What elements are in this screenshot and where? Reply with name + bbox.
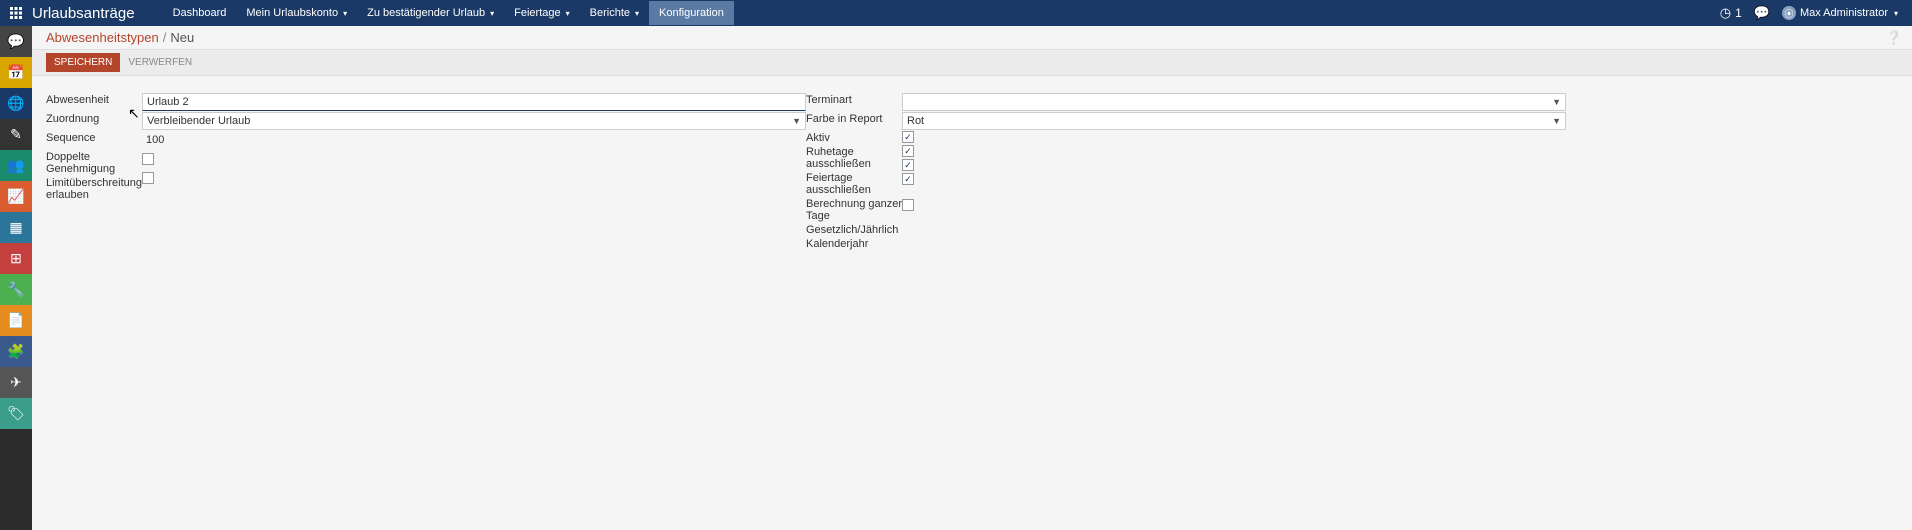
- zuordnung-value: Verbleibender Urlaub: [147, 115, 250, 127]
- menu-urlaubskonto[interactable]: Mein Urlaubskonto▾: [236, 1, 357, 25]
- chevron-down-icon: ▾: [490, 9, 494, 18]
- label-feiertage: Feiertage ausschließen: [806, 170, 902, 196]
- menu-dashboard[interactable]: Dashboard: [163, 1, 237, 25]
- feiertage-checkbox[interactable]: [902, 159, 914, 171]
- zuordnung-select[interactable]: Verbleibender Urlaub ▼: [142, 112, 806, 130]
- chevron-down-icon: ▾: [566, 9, 570, 18]
- sidebar-module-icon[interactable]: ▦: [0, 212, 32, 243]
- top-navbar: Urlaubsanträge Dashboard Mein Urlaubskon…: [0, 0, 1912, 26]
- user-menu[interactable]: ⦿ Max Administrator ▾: [1782, 6, 1898, 20]
- sidebar-wrench-icon[interactable]: 🔧: [0, 274, 32, 305]
- sidebar-discuss-icon[interactable]: 💬: [0, 26, 32, 57]
- aktiv-checkbox[interactable]: [902, 131, 914, 143]
- sidebar-edit-icon[interactable]: ✎: [0, 119, 32, 150]
- sidebar-document-icon[interactable]: 📄: [0, 305, 32, 336]
- berechnung-checkbox[interactable]: [902, 173, 914, 185]
- label-ruhetage: Ruhetage ausschließen: [806, 144, 902, 170]
- label-terminart: Terminart: [806, 92, 902, 111]
- chevron-down-icon: ▾: [635, 9, 639, 18]
- chevron-down-icon: ▼: [1552, 97, 1561, 107]
- label-kalenderjahr: Kalenderjahr: [806, 236, 902, 250]
- label-abwesenheit: Abwesenheit: [46, 92, 142, 111]
- save-button[interactable]: SPEICHERN: [46, 53, 120, 72]
- label-zuordnung: Zuordnung: [46, 111, 142, 130]
- breadcrumb-current: Neu: [170, 30, 194, 45]
- top-menu: Dashboard Mein Urlaubskonto▾ Zu bestätig…: [163, 1, 734, 25]
- sidebar-send-icon[interactable]: ✈: [0, 367, 32, 398]
- apps-icon[interactable]: [8, 5, 24, 21]
- farbe-value: Rot: [907, 115, 924, 127]
- content-area: Abwesenheitstypen / Neu ❔ SPEICHERN VERW…: [32, 26, 1912, 530]
- chat-icon[interactable]: 💬: [1754, 5, 1770, 21]
- label-gesetzlich: Gesetzlich/Jährlich: [806, 222, 902, 236]
- doppelte-checkbox[interactable]: [142, 153, 154, 165]
- user-name: Max Administrator: [1800, 7, 1888, 19]
- ruhetage-checkbox[interactable]: [902, 145, 914, 157]
- label-doppelte: Doppelte Genehmigung: [46, 149, 142, 175]
- notification-badge[interactable]: ◷ 1: [1720, 5, 1742, 21]
- menu-feiertage[interactable]: Feiertage▾: [504, 1, 580, 25]
- app-title: Urlaubsanträge: [32, 5, 135, 22]
- gesetzlich-checkbox[interactable]: [902, 199, 914, 211]
- sidebar-globe-icon[interactable]: 🌐: [0, 88, 32, 119]
- label-sequence: Sequence: [46, 130, 142, 149]
- limit-checkbox[interactable]: [142, 172, 154, 184]
- terminart-select[interactable]: ▼: [902, 93, 1566, 111]
- left-sidebar: 💬 📅 🌐 ✎ 👥 📈 ▦ ⊞ 🔧 📄 🧩 ✈ 🏷: [0, 26, 32, 530]
- breadcrumb-parent[interactable]: Abwesenheitstypen: [46, 30, 159, 45]
- label-berechnung: Berechnung ganzer Tage: [806, 196, 902, 222]
- discard-button[interactable]: VERWERFEN: [120, 53, 200, 72]
- avatar-icon: ⦿: [1782, 6, 1796, 20]
- abwesenheit-input[interactable]: [142, 93, 806, 111]
- label-farbe: Farbe in Report: [806, 111, 902, 130]
- chevron-down-icon: ▾: [343, 9, 347, 18]
- chevron-down-icon: ▼: [792, 116, 801, 126]
- sidebar-puzzle-icon[interactable]: 🧩: [0, 336, 32, 367]
- form-left-column: Abwesenheit Zuordnung Sequence Doppelte …: [46, 92, 806, 250]
- chevron-down-icon: ▼: [1552, 116, 1561, 126]
- menu-berichte[interactable]: Berichte▾: [580, 1, 649, 25]
- sidebar-calendar-icon[interactable]: 📅: [0, 57, 32, 88]
- sidebar-grid-icon[interactable]: ⊞: [0, 243, 32, 274]
- sidebar-tag-icon[interactable]: 🏷: [0, 398, 32, 429]
- activity-icon: ◷: [1720, 5, 1731, 21]
- sequence-input[interactable]: 100: [142, 132, 168, 148]
- label-limit: Limitüberschreitung erlauben: [46, 175, 142, 207]
- breadcrumb-separator: /: [163, 30, 167, 45]
- notification-count: 1: [1735, 6, 1742, 20]
- chevron-down-icon: ▾: [1894, 9, 1898, 18]
- form-area: Abwesenheit Zuordnung Sequence Doppelte …: [32, 76, 1912, 250]
- help-icon[interactable]: ❔: [1886, 30, 1902, 46]
- form-right-column: Terminart Farbe in Report Aktiv Ruhetage…: [806, 92, 1566, 250]
- breadcrumb: Abwesenheitstypen / Neu ❔: [32, 26, 1912, 50]
- form-toolbar: SPEICHERN VERWERFEN: [32, 50, 1912, 76]
- menu-zu-bestaetigen[interactable]: Zu bestätigender Urlaub▾: [357, 1, 504, 25]
- sidebar-people-icon[interactable]: 👥: [0, 150, 32, 181]
- label-aktiv: Aktiv: [806, 130, 902, 144]
- menu-konfiguration[interactable]: Konfiguration: [649, 1, 734, 25]
- farbe-select[interactable]: Rot ▼: [902, 112, 1566, 130]
- sidebar-chart-icon[interactable]: 📈: [0, 181, 32, 212]
